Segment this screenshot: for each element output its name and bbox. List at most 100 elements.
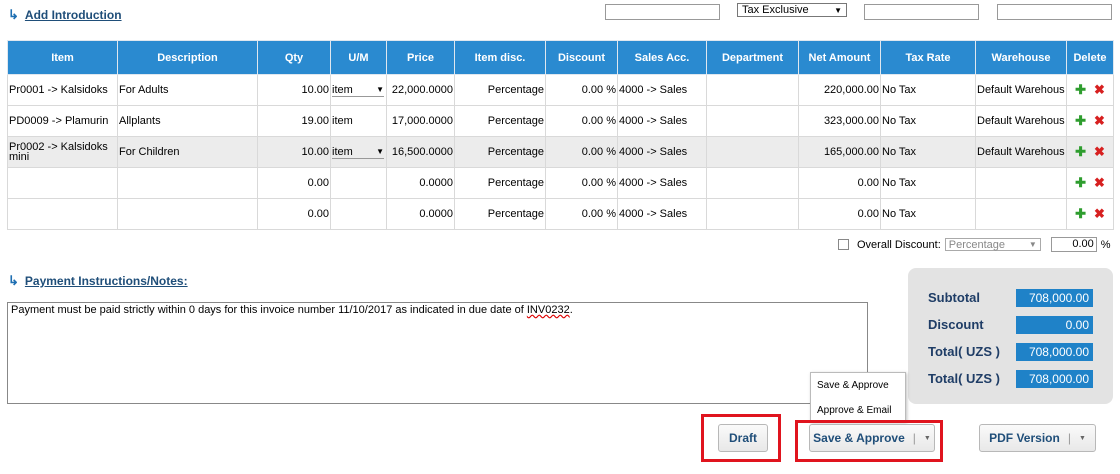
add-introduction-link[interactable]: ↳ Add Introduction: [8, 7, 122, 23]
net-amount-cell: 323,000.00: [798, 105, 881, 137]
qty-cell[interactable]: 10.00: [257, 74, 331, 106]
item-disc-cell[interactable]: Percentage: [454, 105, 546, 137]
item-cell[interactable]: Pr0002 -> Kalsidoks mini: [7, 136, 118, 168]
top-field-1[interactable]: [605, 4, 720, 20]
warehouse-cell[interactable]: Default Warehouse▼: [975, 136, 1067, 168]
total-row: Total( UZS ) 708,000.00: [928, 365, 1093, 392]
arrow-icon: ↳: [8, 273, 19, 288]
col-header-item: Item: [7, 40, 118, 75]
um-select[interactable]: item ▼: [332, 83, 384, 97]
sales-acc-cell[interactable]: 4000 -> Sales: [617, 167, 707, 199]
item-cell[interactable]: Pr0001 -> Kalsidoks: [7, 74, 118, 106]
tax-rate-cell[interactable]: No Tax: [880, 74, 976, 106]
warehouse-select[interactable]: Default Warehouse▼: [977, 84, 1065, 96]
warehouse-select[interactable]: Default Warehouse▼: [977, 115, 1065, 127]
delete-row-icon[interactable]: ✖: [1094, 206, 1105, 222]
tax-rate-cell[interactable]: No Tax: [880, 198, 976, 230]
department-cell[interactable]: [706, 136, 799, 168]
price-cell[interactable]: 22,000.0000: [386, 74, 455, 106]
description-cell[interactable]: [117, 167, 258, 199]
total-value: 708,000.00: [1016, 369, 1093, 388]
payment-instructions-link[interactable]: ↳ Payment Instructions/Notes:: [8, 273, 188, 289]
top-field-2[interactable]: [864, 4, 979, 20]
um-cell[interactable]: [330, 167, 387, 199]
top-field-3[interactable]: [997, 4, 1112, 20]
warehouse-cell[interactable]: Default Warehouse▼: [975, 105, 1067, 137]
um-cell[interactable]: item: [330, 105, 387, 137]
discount-cell[interactable]: 0.00 %: [545, 74, 618, 106]
qty-cell[interactable]: 19.00: [257, 105, 331, 137]
item-cell[interactable]: PD0009 -> Plamurin: [7, 105, 118, 137]
delete-cell: ✚ ✖: [1066, 105, 1114, 137]
delete-row-icon[interactable]: ✖: [1094, 175, 1105, 191]
add-row-icon[interactable]: ✚: [1075, 113, 1086, 129]
item-disc-cell[interactable]: Percentage: [454, 167, 546, 199]
warehouse-cell[interactable]: Default Warehouse▼: [975, 74, 1067, 106]
discount-cell[interactable]: 0.00 %: [545, 198, 618, 230]
department-cell[interactable]: [706, 198, 799, 230]
col-header-price: Price: [386, 40, 455, 75]
um-cell[interactable]: item ▼: [330, 136, 387, 168]
payment-notes-textarea[interactable]: Payment must be paid strictly within 0 d…: [7, 302, 868, 404]
qty-cell[interactable]: 0.00: [257, 167, 331, 199]
qty-cell[interactable]: 0.00: [257, 198, 331, 230]
sales-acc-cell[interactable]: 4000 -> Sales: [617, 105, 707, 137]
overall-discount-input[interactable]: 0.00: [1050, 237, 1097, 252]
col-header-delete: Delete: [1066, 40, 1114, 75]
overall-discount-unit: %: [1100, 238, 1111, 251]
tax-mode-select[interactable]: Tax Exclusive ▼: [737, 3, 847, 17]
item-cell[interactable]: [7, 167, 118, 199]
item-disc-cell[interactable]: Percentage: [454, 198, 546, 230]
price-cell[interactable]: 0.0000: [386, 167, 455, 199]
price-cell[interactable]: 17,000.0000: [386, 105, 455, 137]
discount-label: Discount: [928, 317, 984, 332]
warehouse-value: Default Warehouse: [977, 84, 1065, 96]
sales-acc-cell[interactable]: 4000 -> Sales: [617, 198, 707, 230]
item-cell[interactable]: [7, 198, 118, 230]
price-cell[interactable]: 0.0000: [386, 198, 455, 230]
menu-item-save-approve[interactable]: Save & Approve: [811, 373, 905, 398]
item-disc-cell[interactable]: Percentage: [454, 74, 546, 106]
delete-cell: ✚ ✖: [1066, 167, 1114, 199]
description-cell[interactable]: Allplants: [117, 105, 258, 137]
um-cell[interactable]: [330, 198, 387, 230]
add-row-icon[interactable]: ✚: [1075, 82, 1086, 98]
col-header-tax-rate: Tax Rate: [880, 40, 976, 75]
sales-acc-cell[interactable]: 4000 -> Sales: [617, 136, 707, 168]
add-row-icon[interactable]: ✚: [1075, 206, 1086, 222]
delete-row-icon[interactable]: ✖: [1094, 113, 1105, 129]
delete-row-icon[interactable]: ✖: [1094, 82, 1105, 98]
delete-row-icon[interactable]: ✖: [1094, 144, 1105, 160]
department-cell[interactable]: [706, 105, 799, 137]
description-cell[interactable]: For Children: [117, 136, 258, 168]
price-cell[interactable]: 16,500.0000: [386, 136, 455, 168]
department-cell[interactable]: [706, 74, 799, 106]
warehouse-cell[interactable]: [975, 167, 1067, 199]
sales-acc-cell[interactable]: 4000 -> Sales: [617, 74, 707, 106]
tax-rate-cell[interactable]: No Tax: [880, 167, 976, 199]
overall-discount-checkbox[interactable]: [838, 239, 849, 250]
add-row-icon[interactable]: ✚: [1075, 175, 1086, 191]
items-table: Item Description Qty U/M Price Item disc…: [7, 40, 1114, 230]
tax-rate-cell[interactable]: No Tax: [880, 105, 976, 137]
um-cell[interactable]: item ▼: [330, 74, 387, 106]
description-cell[interactable]: For Adults: [117, 74, 258, 106]
pdf-version-button[interactable]: PDF Version | ▼: [979, 424, 1096, 452]
payment-instructions-label: Payment Instructions/Notes:: [24, 274, 188, 288]
item-disc-cell[interactable]: Percentage: [454, 136, 546, 168]
overall-discount-type-select[interactable]: Percentage ▼: [944, 238, 1041, 251]
table-row: 0.00 0.0000 Percentage 0.00 % 4000 -> Sa…: [7, 167, 1114, 199]
add-row-icon[interactable]: ✚: [1075, 144, 1086, 160]
col-header-description: Description: [117, 40, 258, 75]
warehouse-select[interactable]: Default Warehouse▼: [977, 146, 1065, 158]
discount-cell[interactable]: 0.00 %: [545, 136, 618, 168]
warehouse-cell[interactable]: [975, 198, 1067, 230]
tax-rate-cell[interactable]: No Tax: [880, 136, 976, 168]
qty-cell[interactable]: 10.00: [257, 136, 331, 168]
discount-cell[interactable]: 0.00 %: [545, 167, 618, 199]
chevron-down-icon[interactable]: ▼: [1079, 435, 1086, 442]
discount-cell[interactable]: 0.00 %: [545, 105, 618, 137]
department-cell[interactable]: [706, 167, 799, 199]
um-select[interactable]: item ▼: [332, 145, 384, 159]
description-cell[interactable]: [117, 198, 258, 230]
